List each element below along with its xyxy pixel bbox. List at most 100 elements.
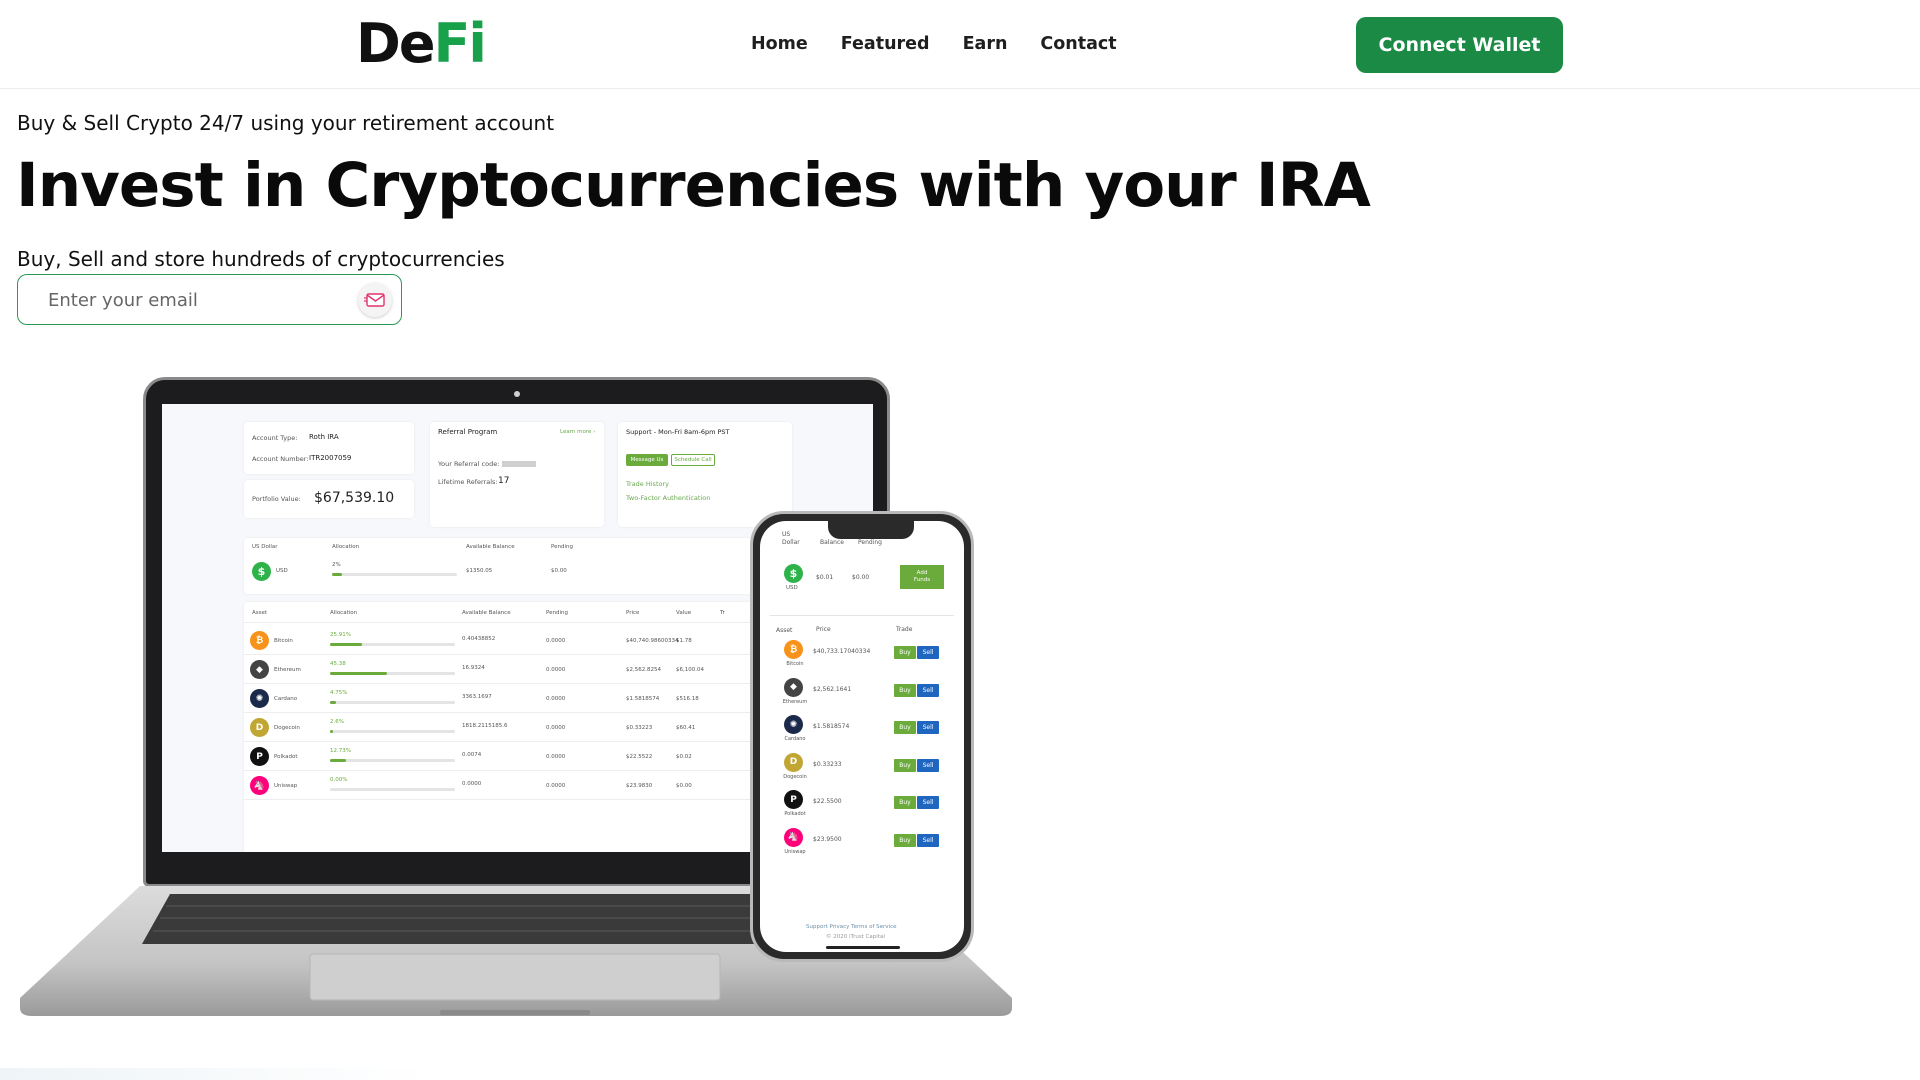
main-nav: Home Featured Earn Contact [751, 34, 1150, 54]
phone-sell-button[interactable]: Sell [917, 758, 939, 772]
asset-pending: 0.0000 [546, 696, 566, 702]
two-factor-link[interactable]: Two-Factor Authentication [626, 494, 710, 502]
schedule-call-button[interactable]: Schedule Call [671, 454, 715, 466]
account-number-value: ITR2007059 [309, 454, 352, 462]
asset-allocation-bar-fill [330, 643, 363, 646]
support-card: Support - Mon-Fri 8am-6pm PST Message Us… [618, 422, 792, 527]
phone-sell-button[interactable]: Sell [917, 683, 939, 697]
phone-asset-price: $22.5500 [813, 798, 842, 805]
asset-value: $0.02 [676, 754, 692, 760]
phone-asset-name: Dogecoin [783, 773, 807, 780]
defi-logo[interactable]: DeFi [356, 12, 487, 75]
hero-subline: Buy, Sell and store hundreds of cryptocu… [17, 247, 505, 271]
dogecoin-coin-icon: D [784, 752, 803, 772]
phone-asset-row[interactable]: 🦄 Uniswap $23.9500 Buy Sell [760, 825, 964, 862]
lifetime-referrals-value: 17 [498, 476, 510, 486]
phone-copyright: © 2020 iTrust Capital [826, 934, 885, 940]
asset-row-divider [244, 799, 764, 800]
usd-header-dollar: US Dollar [252, 544, 278, 550]
asset-row[interactable]: ✺ Cardano 4.75% 3363.1697 0.0000 $1.5818574 $5… [244, 684, 804, 713]
phone-asset-header-price: Price [816, 626, 831, 633]
asset-header-cell: Tr [720, 610, 725, 616]
phone-asset-row[interactable]: ✺ Cardano $1.5818574 Buy Sell [760, 712, 964, 749]
phone-buy-button[interactable]: Buy [894, 758, 916, 772]
account-type-value: Roth IRA [309, 433, 339, 441]
cardano-coin-icon: ✺ [784, 715, 803, 734]
asset-allocation-bar [330, 730, 455, 733]
asset-header-cell: Value [676, 610, 692, 616]
email-input[interactable] [48, 287, 348, 313]
phone-usd-name: USD [786, 585, 798, 591]
phone-add-funds-button[interactable]: Add Funds [900, 565, 944, 589]
asset-balance: 3363.1697 [462, 694, 492, 700]
laptop-camera [514, 391, 520, 397]
phone-home-indicator [826, 946, 900, 949]
nav-earn-link[interactable]: Earn [963, 34, 1008, 54]
phone-buy-button[interactable]: Buy [894, 833, 916, 847]
envelope-icon [364, 293, 385, 307]
asset-allocation-bar [330, 759, 455, 762]
phone-usd-header-dollar: US Dollar [782, 531, 800, 546]
phone-asset-row[interactable]: D Dogecoin $0.33233 Buy Sell [760, 750, 964, 787]
phone-usd-dollar-icon: $ [784, 564, 803, 583]
asset-balance: 16.9324 [462, 665, 485, 671]
usd-allocation-bar-fill [332, 573, 342, 576]
nav-featured-link[interactable]: Featured [841, 34, 930, 54]
asset-header-cell: Price [626, 610, 640, 616]
phone-footer-links[interactable]: Support Privacy Terms of Service [806, 924, 896, 930]
phone-divider [770, 615, 954, 616]
bitcoin-coin-icon: ₿ [784, 640, 803, 659]
phone-usd-header-balance: Balance [820, 539, 844, 546]
asset-row[interactable]: ◆ Ethereum 45.38 16.9324 0.0000 $2,562.8254 $6… [244, 655, 804, 684]
asset-row[interactable]: ₿ Bitcoin 25.91% 0.40438852 0.0000 $40,740.98… [244, 626, 804, 655]
ethereum-coin-icon: ◆ [784, 677, 803, 697]
phone-asset-price: $1.5818574 [813, 723, 850, 730]
uniswap-coin-icon: 🦄 [250, 776, 269, 795]
asset-pending: 0.0000 [546, 638, 566, 644]
phone-buy-button[interactable]: Buy [894, 721, 916, 734]
phone-usd-balance: $0.01 [816, 574, 834, 581]
asset-value: $516.18 [676, 696, 699, 702]
polkadot-coin-icon: P [784, 790, 803, 809]
asset-price: $22.5522 [626, 754, 653, 760]
phone-sell-button[interactable]: Sell [917, 796, 939, 809]
asset-row[interactable]: 🦄 Uniswap 0.00% 0.0000 0.0000 $23.9830 $0.00 [244, 771, 804, 800]
asset-name: Polkadot [274, 754, 298, 760]
phone-sell-button[interactable]: Sell [917, 646, 939, 659]
asset-balance: 0.0074 [462, 752, 482, 758]
referral-card: Referral Program Learn more › Your Refer… [430, 422, 604, 527]
phone-asset-row[interactable]: ◆ Ethereum $2,562.1641 Buy Sell [760, 675, 964, 712]
asset-row[interactable]: D Dogecoin 2.6% 1818.2115185.6 0.0000 $0.3322… [244, 713, 804, 742]
nav-contact-link[interactable]: Contact [1040, 34, 1116, 54]
portfolio-value: $67,539.10 [314, 490, 395, 506]
phone-asset-row[interactable]: P Polkadot $22.5500 Buy Sell [760, 787, 964, 824]
asset-price: $0.33223 [626, 725, 653, 731]
nav-home-link[interactable]: Home [751, 34, 808, 54]
hero-headline: Invest in Cryptocurrencies with your IRA [16, 150, 1371, 221]
email-submit-button[interactable] [358, 283, 392, 317]
asset-pending: 0.0000 [546, 754, 566, 760]
asset-name: Ethereum [274, 667, 301, 673]
phone-asset-row[interactable]: ₿ Bitcoin $40,733.17040334 Buy Sell [760, 637, 964, 674]
phone-asset-name: Cardano [784, 736, 806, 742]
referral-learn-more-link[interactable]: Learn more › [560, 429, 595, 435]
dogecoin-coin-icon: D [250, 718, 269, 737]
phone-buy-button[interactable]: Buy [894, 796, 916, 809]
connect-wallet-button[interactable]: Connect Wallet [1356, 17, 1563, 73]
phone-buy-button[interactable]: Buy [894, 683, 916, 697]
asset-allocation: 25.91% [330, 632, 351, 638]
asset-value: $0.00 [676, 783, 692, 789]
usd-pending: $0.00 [551, 568, 567, 574]
asset-header-cell: Allocation [330, 610, 358, 616]
message-us-button[interactable]: Message Us [626, 454, 668, 466]
cardano-coin-icon: ✺ [250, 689, 269, 708]
phone-sell-button[interactable]: Sell [917, 721, 939, 734]
asset-allocation-bar [330, 672, 455, 675]
referral-code-label: Your Referral code: [438, 460, 500, 468]
lifetime-referrals-label: Lifetime Referrals: [438, 478, 498, 486]
phone-buy-button[interactable]: Buy [894, 646, 916, 659]
trade-history-link[interactable]: Trade History [626, 480, 669, 488]
phone-sell-button[interactable]: Sell [917, 833, 939, 847]
asset-row[interactable]: P Polkadot 12.73% 0.0074 0.0000 $22.5522 $0.02 [244, 742, 804, 771]
asset-value: $6,100.04 [676, 667, 704, 673]
